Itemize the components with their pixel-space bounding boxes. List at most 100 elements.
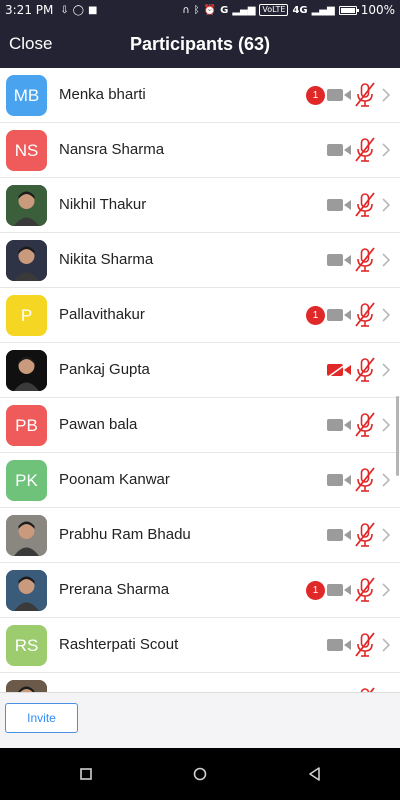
camera-icon[interactable] bbox=[327, 197, 351, 213]
camera-icon[interactable] bbox=[327, 307, 351, 323]
mic-off-icon[interactable] bbox=[353, 82, 377, 108]
avatar-photo-icon bbox=[6, 570, 47, 611]
status-bar: 3:21 PM ⇩ ◯ ■ ∩ ᛒ ⏰ G ▂▄▆ VoLTE 4G ▂▄▆ 1… bbox=[0, 0, 400, 20]
battery-percent: 100% bbox=[360, 3, 395, 17]
home-icon[interactable] bbox=[191, 765, 209, 783]
recent-apps-icon[interactable] bbox=[77, 765, 95, 783]
participant-name: Menka bharti bbox=[59, 86, 146, 103]
notification-icons: ⇩ ◯ ■ bbox=[60, 5, 97, 16]
system-icons: ∩ ᛒ ⏰ G ▂▄▆ VoLTE 4G ▂▄▆ 100% bbox=[182, 3, 395, 17]
avatar-initials: MB bbox=[13, 85, 40, 105]
camera-icon[interactable] bbox=[327, 472, 351, 488]
camera-icon[interactable] bbox=[327, 362, 351, 378]
camera-icon[interactable] bbox=[327, 87, 351, 103]
android-nav-bar bbox=[0, 748, 400, 800]
avatar-photo-icon bbox=[6, 185, 47, 226]
signal-icon: ▂▄▆ bbox=[232, 4, 256, 16]
mic-off-icon[interactable] bbox=[353, 247, 377, 273]
unread-badge: 1 bbox=[306, 581, 325, 600]
chevron-right-icon[interactable] bbox=[381, 197, 391, 213]
participant-row[interactable] bbox=[0, 673, 400, 692]
mic-off-icon[interactable] bbox=[353, 357, 377, 383]
battery-icon bbox=[338, 5, 359, 15]
mic-off-icon[interactable] bbox=[353, 302, 377, 328]
participant-name: Poonam Kanwar bbox=[59, 471, 170, 488]
scrollbar[interactable] bbox=[396, 396, 399, 476]
participant-row[interactable]: P Pallavithakur 1 bbox=[0, 288, 400, 343]
participant-name: Prabhu Ram Bhadu bbox=[59, 526, 191, 543]
download-icon: ⇩ bbox=[60, 4, 69, 16]
camera-icon[interactable] bbox=[327, 582, 351, 598]
unread-badge: 1 bbox=[306, 86, 325, 105]
avatar bbox=[6, 570, 47, 611]
chevron-right-icon[interactable] bbox=[381, 527, 391, 543]
camera-icon[interactable] bbox=[327, 527, 351, 543]
participant-row[interactable]: Prabhu Ram Bhadu bbox=[0, 508, 400, 563]
mic-off-icon[interactable] bbox=[353, 632, 377, 658]
participant-row[interactable]: Nikita Sharma bbox=[0, 233, 400, 288]
participant-name: Nansra Sharma bbox=[59, 141, 165, 158]
close-button[interactable]: Close bbox=[9, 34, 52, 54]
google-icon: G bbox=[220, 4, 229, 16]
network-type: 4G bbox=[292, 4, 308, 16]
chevron-right-icon[interactable] bbox=[381, 472, 391, 488]
avatar-initials: NS bbox=[14, 140, 39, 160]
chevron-right-icon[interactable] bbox=[381, 582, 391, 598]
headset-icon: ∩ bbox=[182, 4, 190, 16]
participant-row[interactable]: PK Poonam Kanwar bbox=[0, 453, 400, 508]
avatar bbox=[6, 515, 47, 556]
mic-off-icon[interactable] bbox=[353, 412, 377, 438]
mic-off-icon[interactable] bbox=[353, 577, 377, 603]
unread-badge: 1 bbox=[306, 306, 325, 325]
avatar bbox=[6, 350, 47, 391]
avatar bbox=[6, 185, 47, 226]
chevron-right-icon[interactable] bbox=[381, 307, 391, 323]
avatar-photo-icon bbox=[6, 515, 47, 556]
camera-icon[interactable] bbox=[327, 637, 351, 653]
whatsapp-icon: ◯ bbox=[72, 4, 84, 16]
signal-icon-2: ▂▄▆ bbox=[311, 4, 335, 16]
participant-row[interactable]: Prerana Sharma 1 bbox=[0, 563, 400, 618]
mic-off-icon[interactable] bbox=[353, 137, 377, 163]
video-notification-icon: ■ bbox=[87, 4, 98, 16]
participant-name: Nikhil Thakur bbox=[59, 196, 147, 213]
chevron-right-icon[interactable] bbox=[381, 87, 391, 103]
avatar: PB bbox=[6, 405, 47, 446]
alarm-icon: ⏰ bbox=[203, 4, 217, 16]
participant-row[interactable]: NS Nansra Sharma bbox=[0, 123, 400, 178]
camera-icon[interactable] bbox=[327, 252, 351, 268]
mic-off-icon[interactable] bbox=[353, 467, 377, 493]
mic-off-icon[interactable] bbox=[353, 522, 377, 548]
participant-row[interactable]: Pankaj Gupta bbox=[0, 343, 400, 398]
status-time: 3:21 PM bbox=[5, 3, 54, 17]
camera-icon[interactable] bbox=[327, 417, 351, 433]
header-bar: Close Participants (63) bbox=[0, 20, 400, 68]
participant-row[interactable]: PB Pawan bala bbox=[0, 398, 400, 453]
invite-button[interactable]: Invite bbox=[5, 703, 78, 733]
chevron-right-icon[interactable] bbox=[381, 362, 391, 378]
avatar-initials: RS bbox=[14, 635, 39, 655]
camera-icon[interactable] bbox=[327, 142, 351, 158]
avatar bbox=[6, 680, 47, 692]
avatar-photo-icon bbox=[6, 240, 47, 281]
avatar bbox=[6, 240, 47, 281]
chevron-right-icon[interactable] bbox=[381, 417, 391, 433]
volte-badge: VoLTE bbox=[259, 4, 289, 16]
avatar: RS bbox=[6, 625, 47, 666]
avatar-initials: PB bbox=[15, 415, 38, 435]
participant-name: Prerana Sharma bbox=[59, 581, 170, 598]
participant-name: Pawan bala bbox=[59, 416, 138, 433]
participant-row[interactable]: MB Menka bharti 1 bbox=[0, 68, 400, 123]
participants-screen: 3:21 PM ⇩ ◯ ■ ∩ ᛒ ⏰ G ▂▄▆ VoLTE 4G ▂▄▆ 1… bbox=[0, 0, 400, 800]
participant-row[interactable]: RS Rashterpati Scout bbox=[0, 618, 400, 673]
participant-list[interactable]: MB Menka bharti 1 NS Nansra Sharma Nikhil Tha… bbox=[0, 68, 400, 692]
participant-row[interactable]: Nikhil Thakur bbox=[0, 178, 400, 233]
mic-off-icon[interactable] bbox=[353, 192, 377, 218]
avatar: PK bbox=[6, 460, 47, 501]
participant-name: Pallavithakur bbox=[59, 306, 145, 323]
chevron-right-icon[interactable] bbox=[381, 142, 391, 158]
avatar: P bbox=[6, 295, 47, 336]
back-icon[interactable] bbox=[306, 765, 324, 783]
chevron-right-icon[interactable] bbox=[381, 252, 391, 268]
chevron-right-icon[interactable] bbox=[381, 637, 391, 653]
